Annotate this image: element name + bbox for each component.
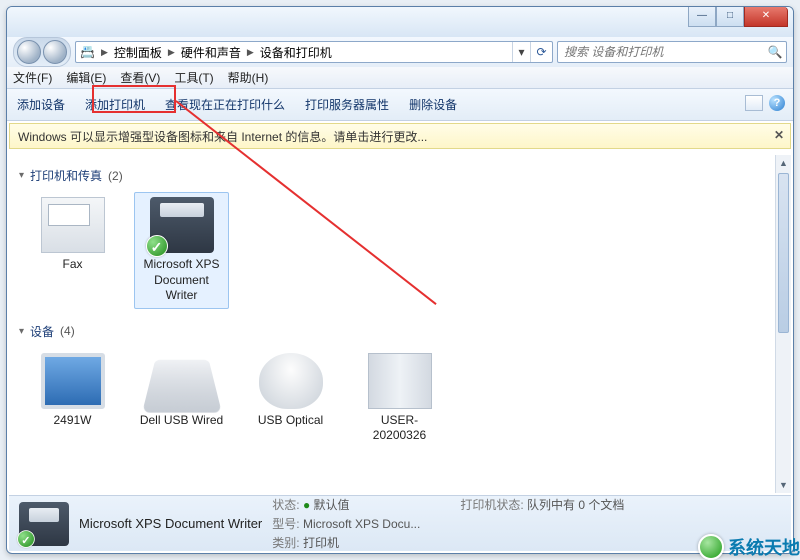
chevron-right-icon: ▶ (245, 47, 256, 58)
menu-tools[interactable]: 工具(T) (174, 69, 213, 86)
group-count: (4) (60, 324, 75, 338)
device-monitor[interactable]: 2491W (25, 348, 120, 449)
window: — □ ✕ 📇 ▶ 控制面板 ▶ 硬件和声音 ▶ 设备和打印机 ▾ ⟳ 🔍 文件… (6, 6, 794, 554)
printer-icon: ✓ (150, 197, 214, 253)
close-button[interactable]: ✕ (744, 7, 788, 27)
device-label: Dell USB Wired (137, 413, 226, 429)
device-label: Fax (28, 257, 117, 273)
device-computer[interactable]: USER-20200326 (352, 348, 447, 449)
watermark: 系统天地 (698, 534, 800, 560)
device-mouse[interactable]: USB Optical (243, 348, 338, 449)
keyboard-icon (142, 360, 222, 413)
model-value: Microsoft XPS Docu... (303, 517, 420, 531)
toolbar-add-printer[interactable]: 添加打印机 (85, 96, 145, 113)
status-label: 状态: (272, 498, 299, 512)
notification-bar[interactable]: Windows 可以显示增强型设备图标和来自 Internet 的信息。请单击进… (9, 123, 791, 149)
breadcrumb-item[interactable]: 硬件和声音 (177, 42, 245, 62)
category-label: 类别: (272, 536, 299, 550)
details-printer-icon: ✓ (19, 502, 69, 546)
forward-button[interactable] (43, 40, 67, 64)
status-value: 默认值 (314, 498, 350, 512)
default-check-icon: ✓ (146, 235, 168, 257)
search-icon[interactable]: 🔍 (764, 45, 786, 59)
back-button[interactable] (17, 40, 41, 64)
chevron-right-icon: ▶ (166, 47, 177, 58)
collapse-icon: ▾ (19, 170, 24, 181)
nav-row: 📇 ▶ 控制面板 ▶ 硬件和声音 ▶ 设备和打印机 ▾ ⟳ 🔍 (7, 37, 793, 67)
scroll-thumb[interactable] (778, 173, 789, 333)
breadcrumb-item[interactable]: 设备和打印机 (256, 42, 336, 62)
group-count: (2) (108, 169, 123, 183)
address-bar[interactable]: 📇 ▶ 控制面板 ▶ 硬件和声音 ▶ 设备和打印机 ▾ ⟳ (75, 41, 553, 63)
toolbar-remove-device[interactable]: 删除设备 (409, 96, 457, 113)
printer-status-value: 队列中有 0 个文档 (527, 498, 624, 512)
menu-edit[interactable]: 编辑(E) (66, 69, 106, 86)
minimize-button[interactable]: — (688, 7, 716, 27)
toolbar-add-device[interactable]: 添加设备 (17, 96, 65, 113)
category-value: 打印机 (303, 536, 339, 550)
toolbar-server-props[interactable]: 打印服务器属性 (305, 96, 389, 113)
nav-buttons (13, 37, 71, 67)
view-mode-button[interactable] (745, 95, 763, 111)
maximize-button[interactable]: □ (716, 7, 744, 27)
scroll-up-icon[interactable]: ▲ (776, 155, 791, 171)
menubar: 文件(F) 编辑(E) 查看(V) 工具(T) 帮助(H) (7, 67, 793, 89)
monitor-icon (41, 353, 105, 409)
fax-icon (41, 197, 105, 253)
group-devices-header[interactable]: ▾ 设备 (4) (19, 323, 781, 340)
menu-view[interactable]: 查看(V) (120, 69, 160, 86)
watermark-icon (698, 534, 724, 560)
group-title: 打印机和传真 (30, 167, 102, 184)
menu-help[interactable]: 帮助(H) (228, 69, 269, 86)
devices-grid: 2491W Dell USB Wired USB Optical USER-20… (19, 344, 781, 453)
toolbar-view-queue[interactable]: 查看现在正在打印什么 (165, 96, 285, 113)
refresh-button[interactable]: ⟳ (530, 42, 552, 62)
address-dropdown[interactable]: ▾ (512, 42, 530, 62)
menu-file[interactable]: 文件(F) (13, 69, 52, 86)
search-input[interactable] (558, 45, 764, 59)
toolbar: 添加设备 添加打印机 查看现在正在打印什么 打印服务器属性 删除设备 ? (7, 89, 793, 121)
printers-grid: Fax ✓ Microsoft XPS Document Writer (19, 188, 781, 313)
group-title: 设备 (30, 323, 54, 340)
computer-icon (368, 353, 432, 409)
device-label: USB Optical (246, 413, 335, 429)
device-label: 2491W (28, 413, 117, 429)
notification-text: Windows 可以显示增强型设备图标和来自 Internet 的信息。请单击进… (18, 128, 427, 145)
device-label: Microsoft XPS Document Writer (137, 257, 226, 304)
watermark-text: 系统天地 (728, 534, 800, 560)
details-col-2: 打印机状态: 队列中有 0 个文档 (460, 496, 624, 551)
device-fax[interactable]: Fax (25, 192, 120, 309)
toolbar-right: ? (745, 95, 785, 111)
device-xps-writer[interactable]: ✓ Microsoft XPS Document Writer (134, 192, 229, 309)
device-keyboard[interactable]: Dell USB Wired (134, 348, 229, 449)
content-area: ▾ 打印机和传真 (2) Fax ✓ Microsoft XPS Documen… (9, 155, 791, 493)
scroll-down-icon[interactable]: ▼ (776, 477, 791, 493)
breadcrumb-icon[interactable]: 📇 (76, 42, 99, 62)
breadcrumb-item[interactable]: 控制面板 (110, 42, 166, 62)
window-controls: — □ ✕ (688, 7, 788, 27)
collapse-icon: ▾ (19, 326, 24, 337)
chevron-right-icon: ▶ (99, 47, 110, 58)
scrollbar[interactable]: ▲ ▼ (775, 155, 791, 493)
group-printers-header[interactable]: ▾ 打印机和传真 (2) (19, 167, 781, 184)
model-label: 型号: (272, 517, 299, 531)
details-name: Microsoft XPS Document Writer (79, 516, 262, 531)
search-box[interactable]: 🔍 (557, 41, 787, 63)
mouse-icon (259, 353, 323, 409)
details-col-1: 状态: ● 默认值 型号: Microsoft XPS Docu... 类别: … (272, 496, 420, 551)
details-name-col: Microsoft XPS Document Writer (79, 516, 262, 531)
details-pane: ✓ Microsoft XPS Document Writer 状态: ● 默认… (9, 495, 791, 551)
default-check-icon: ✓ (17, 530, 35, 548)
notification-close-icon[interactable]: ✕ (774, 128, 784, 142)
device-label: USER-20200326 (355, 413, 444, 444)
help-icon[interactable]: ? (769, 95, 785, 111)
printer-status-label: 打印机状态: (460, 498, 523, 512)
titlebar: — □ ✕ (7, 7, 793, 37)
